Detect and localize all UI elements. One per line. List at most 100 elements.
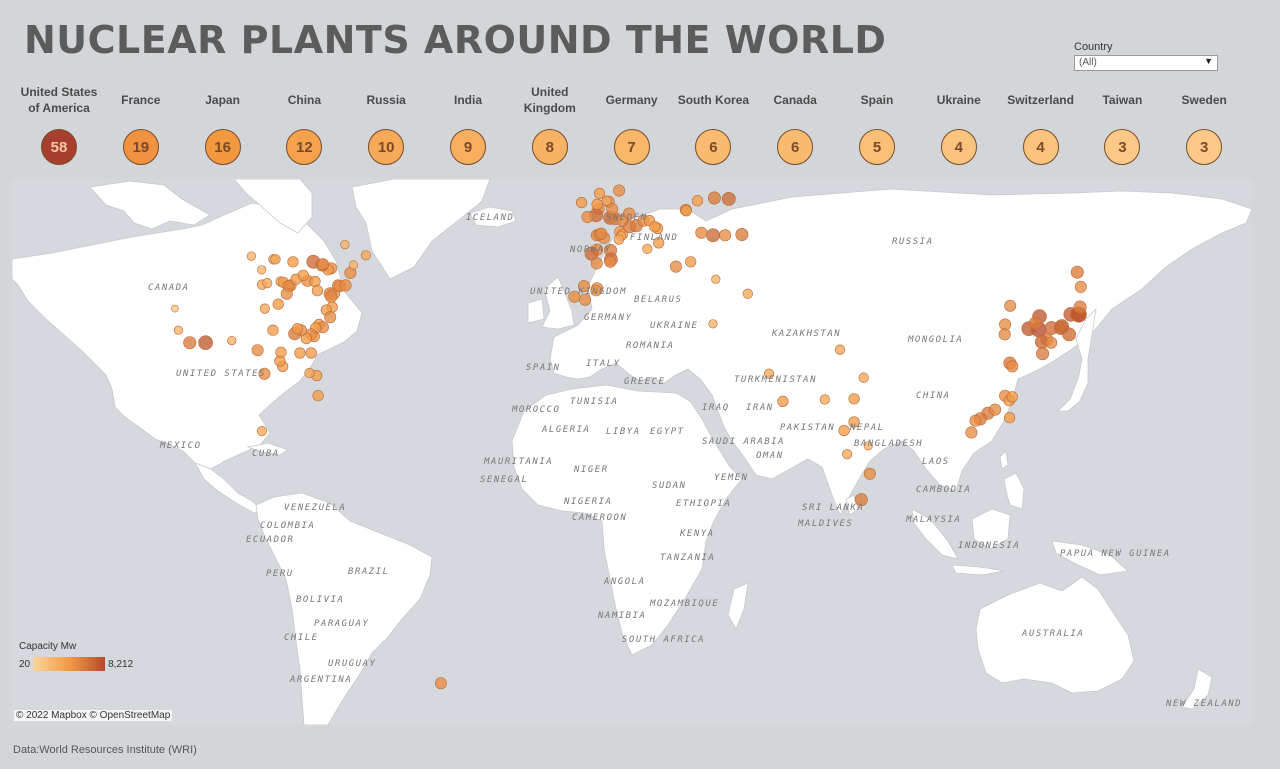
country-item[interactable]: United States of America 58 — [18, 76, 100, 178]
plant-marker[interactable] — [171, 304, 179, 313]
plant-marker[interactable] — [305, 347, 317, 359]
plant-marker[interactable] — [272, 298, 284, 310]
country-item[interactable]: Switzerland 4 — [1000, 76, 1082, 178]
plant-count-circle[interactable]: 8 — [531, 129, 568, 165]
plant-marker[interactable] — [183, 336, 197, 350]
plant-marker[interactable] — [325, 290, 338, 303]
plant-marker[interactable] — [309, 275, 321, 288]
plant-count-circle[interactable]: 4 — [940, 129, 977, 165]
plant-marker[interactable] — [649, 221, 661, 233]
plant-marker[interactable] — [721, 191, 736, 206]
plant-marker[interactable] — [324, 311, 337, 324]
plant-marker[interactable] — [311, 285, 324, 297]
plant-marker[interactable] — [777, 395, 789, 407]
plant-marker[interactable] — [742, 288, 753, 299]
plant-marker[interactable] — [262, 277, 273, 289]
plant-marker[interactable] — [1070, 265, 1084, 279]
country-filter[interactable]: Country (All) ▼ — [1074, 41, 1218, 71]
country-dropdown[interactable]: (All) ▼ — [1074, 55, 1218, 71]
plant-marker[interactable] — [297, 269, 309, 281]
plant-marker[interactable] — [198, 335, 213, 350]
plant-marker[interactable] — [1074, 280, 1087, 293]
plant-marker[interactable] — [259, 303, 270, 314]
plant-marker[interactable] — [291, 323, 304, 335]
plant-marker[interactable] — [848, 393, 860, 405]
plant-marker[interactable] — [604, 255, 617, 268]
plant-marker[interactable] — [270, 254, 281, 265]
plant-marker[interactable] — [251, 344, 264, 357]
country-item[interactable]: Canada 6 — [754, 76, 836, 178]
country-item[interactable]: Japan 16 — [182, 76, 264, 178]
plant-marker[interactable] — [581, 210, 594, 223]
country-item[interactable]: United Kingdom 8 — [509, 76, 591, 178]
plant-count-circle[interactable]: 58 — [41, 129, 77, 165]
plant-marker[interactable] — [304, 367, 315, 379]
plant-marker[interactable] — [294, 347, 306, 359]
country-item[interactable]: Russia 10 — [345, 76, 427, 178]
plant-marker[interactable] — [267, 324, 279, 336]
plant-marker[interactable] — [695, 226, 708, 239]
country-item[interactable]: Taiwan 3 — [1081, 76, 1163, 178]
plant-marker[interactable] — [1028, 316, 1042, 330]
plant-marker[interactable] — [989, 403, 1002, 416]
plant-marker[interactable] — [434, 677, 447, 690]
plant-marker[interactable] — [719, 229, 732, 242]
plant-marker[interactable] — [613, 234, 624, 245]
plant-count-circle[interactable]: 3 — [1104, 129, 1141, 165]
country-item[interactable]: China 12 — [263, 76, 345, 178]
plant-marker[interactable] — [642, 243, 653, 254]
plant-marker[interactable] — [842, 449, 853, 460]
plant-marker[interactable] — [1006, 360, 1019, 373]
plant-marker[interactable] — [1006, 391, 1018, 403]
plant-count-circle[interactable]: 16 — [204, 129, 241, 165]
plant-marker[interactable] — [590, 257, 603, 270]
plant-marker[interactable] — [708, 319, 718, 329]
plant-marker[interactable] — [173, 325, 183, 335]
plant-marker[interactable] — [858, 372, 869, 383]
plant-count-circle[interactable]: 9 — [450, 129, 486, 165]
plant-marker[interactable] — [685, 256, 697, 268]
country-item[interactable]: France 19 — [100, 76, 182, 178]
plant-marker[interactable] — [280, 287, 293, 300]
plant-marker[interactable] — [691, 195, 704, 207]
plant-marker[interactable] — [1045, 336, 1058, 349]
country-item[interactable]: Sweden 3 — [1163, 76, 1245, 178]
plant-marker[interactable] — [1044, 321, 1059, 335]
world-map[interactable]: ICELAND SWEDEN FINLAND NORWAY RUSSIA CANADA UN… — [12, 179, 1252, 725]
plant-marker[interactable] — [969, 414, 982, 427]
plant-marker[interactable] — [287, 256, 299, 268]
plant-marker[interactable] — [706, 228, 720, 243]
plant-marker[interactable] — [965, 426, 978, 439]
plant-marker[interactable] — [316, 258, 329, 271]
plant-marker[interactable] — [834, 344, 846, 355]
plant-count-circle[interactable]: 6 — [695, 129, 732, 165]
plant-count-circle[interactable]: 19 — [122, 129, 159, 165]
plant-marker[interactable] — [1062, 327, 1076, 342]
country-item[interactable]: Germany 7 — [591, 76, 673, 178]
plant-marker[interactable] — [575, 196, 588, 209]
plant-marker[interactable] — [601, 195, 612, 206]
plant-marker[interactable] — [838, 425, 850, 437]
plant-marker[interactable] — [1004, 299, 1017, 312]
plant-marker[interactable] — [819, 394, 830, 405]
plant-marker[interactable] — [595, 227, 608, 240]
plant-marker[interactable] — [257, 265, 267, 275]
country-item[interactable]: Spain 5 — [836, 76, 918, 178]
plant-marker[interactable] — [735, 227, 749, 241]
plant-count-circle[interactable]: 10 — [368, 129, 405, 165]
plant-count-circle[interactable]: 3 — [1186, 129, 1223, 165]
plant-marker[interactable] — [340, 239, 350, 250]
plant-marker[interactable] — [998, 328, 1011, 341]
plant-count-circle[interactable]: 5 — [859, 129, 895, 165]
country-item[interactable]: Ukraine 4 — [918, 76, 1000, 178]
country-item[interactable]: India 9 — [427, 76, 509, 178]
plant-marker[interactable] — [1003, 412, 1016, 424]
plant-marker[interactable] — [711, 274, 721, 284]
country-item[interactable]: South Korea 6 — [672, 76, 754, 178]
plant-marker[interactable] — [246, 251, 256, 261]
plant-marker[interactable] — [591, 198, 603, 210]
map-attribution[interactable]: © 2022 Mapbox © OpenStreetMap — [14, 710, 173, 721]
plant-marker[interactable] — [680, 205, 692, 217]
plant-marker[interactable] — [312, 390, 324, 402]
plant-marker[interactable] — [360, 250, 372, 261]
